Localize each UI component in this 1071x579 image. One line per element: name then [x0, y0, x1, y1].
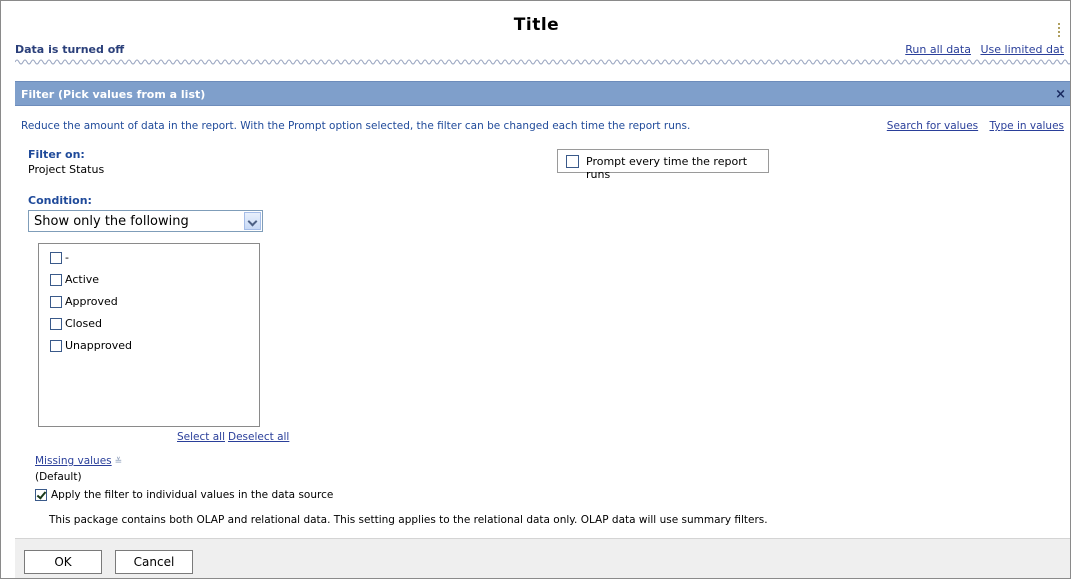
filter-description: Reduce the amount of data in the report.…	[21, 120, 691, 132]
cancel-button[interactable]: Cancel	[115, 550, 193, 574]
apply-option[interactable]: Apply the filter to individual values in…	[35, 489, 333, 501]
wavy-divider	[15, 59, 1070, 65]
selection-links: Select all Deselect all	[177, 431, 292, 443]
select-all-link[interactable]: Select all	[177, 431, 225, 443]
prompt-option[interactable]: Prompt every time the report runs	[557, 149, 769, 181]
apply-checkbox[interactable]	[35, 489, 47, 501]
chevron-down-icon[interactable]	[244, 212, 261, 230]
filter-mode-links: Search for values Type in values	[879, 120, 1064, 132]
filter-dialog: Title Data is turned off Run all data Us…	[0, 0, 1071, 579]
page-title: Title	[513, 15, 560, 35]
close-icon[interactable]: ×	[1055, 82, 1066, 107]
missing-values-link[interactable]: Missing values	[35, 455, 112, 467]
run-all-data-link[interactable]: Run all data	[905, 43, 971, 56]
list-item[interactable]: Unapproved	[50, 338, 132, 354]
condition-label: Condition:	[28, 194, 92, 207]
missing-values-value: (Default)	[35, 471, 82, 483]
value-label: Closed	[65, 317, 102, 330]
dialog-footer: OK Cancel	[15, 538, 1070, 578]
condition-selected-value: Show only the following	[34, 214, 189, 229]
data-status: Data is turned off	[15, 43, 125, 56]
value-checkbox[interactable]	[50, 296, 62, 308]
type-in-values-link[interactable]: Type in values	[989, 120, 1064, 132]
values-listbox[interactable]: - Active Approved Closed Unapproved	[38, 243, 260, 427]
data-links: Run all data Use limited dat	[899, 43, 1064, 56]
value-label: Unapproved	[65, 339, 132, 352]
filter-panel-header: Filter (Pick values from a list) ×	[15, 81, 1070, 107]
expand-chevron-icon[interactable]: ≚	[115, 457, 123, 467]
value-checkbox[interactable]	[50, 252, 62, 264]
search-for-values-link[interactable]: Search for values	[887, 120, 978, 132]
value-label: Active	[65, 273, 100, 286]
filter-panel-title: Filter (Pick values from a list)	[21, 88, 206, 101]
ok-button[interactable]: OK	[24, 550, 102, 574]
value-label: Approved	[65, 295, 118, 308]
prompt-label: Prompt every time the report runs	[586, 155, 748, 181]
condition-select[interactable]: Show only the following	[28, 210, 263, 232]
value-checkbox[interactable]	[50, 318, 62, 330]
use-limited-data-link[interactable]: Use limited dat	[980, 43, 1064, 56]
filter-on-value: Project Status	[28, 163, 105, 176]
filter-on-label: Filter on:	[28, 148, 85, 161]
missing-values: Missing values ≚	[35, 455, 122, 467]
list-item[interactable]: Closed	[50, 316, 102, 332]
value-checkbox[interactable]	[50, 340, 62, 352]
resize-handle-icon[interactable]	[1058, 23, 1068, 37]
list-item[interactable]: -	[50, 250, 69, 266]
apply-label: Apply the filter to individual values in…	[51, 489, 334, 501]
apply-note: This package contains both OLAP and rela…	[49, 514, 768, 526]
prompt-checkbox[interactable]	[566, 155, 579, 168]
list-item[interactable]: Active	[50, 272, 99, 288]
deselect-all-link[interactable]: Deselect all	[228, 431, 289, 443]
list-item[interactable]: Approved	[50, 294, 118, 310]
value-label: -	[65, 251, 69, 264]
value-checkbox[interactable]	[50, 274, 62, 286]
